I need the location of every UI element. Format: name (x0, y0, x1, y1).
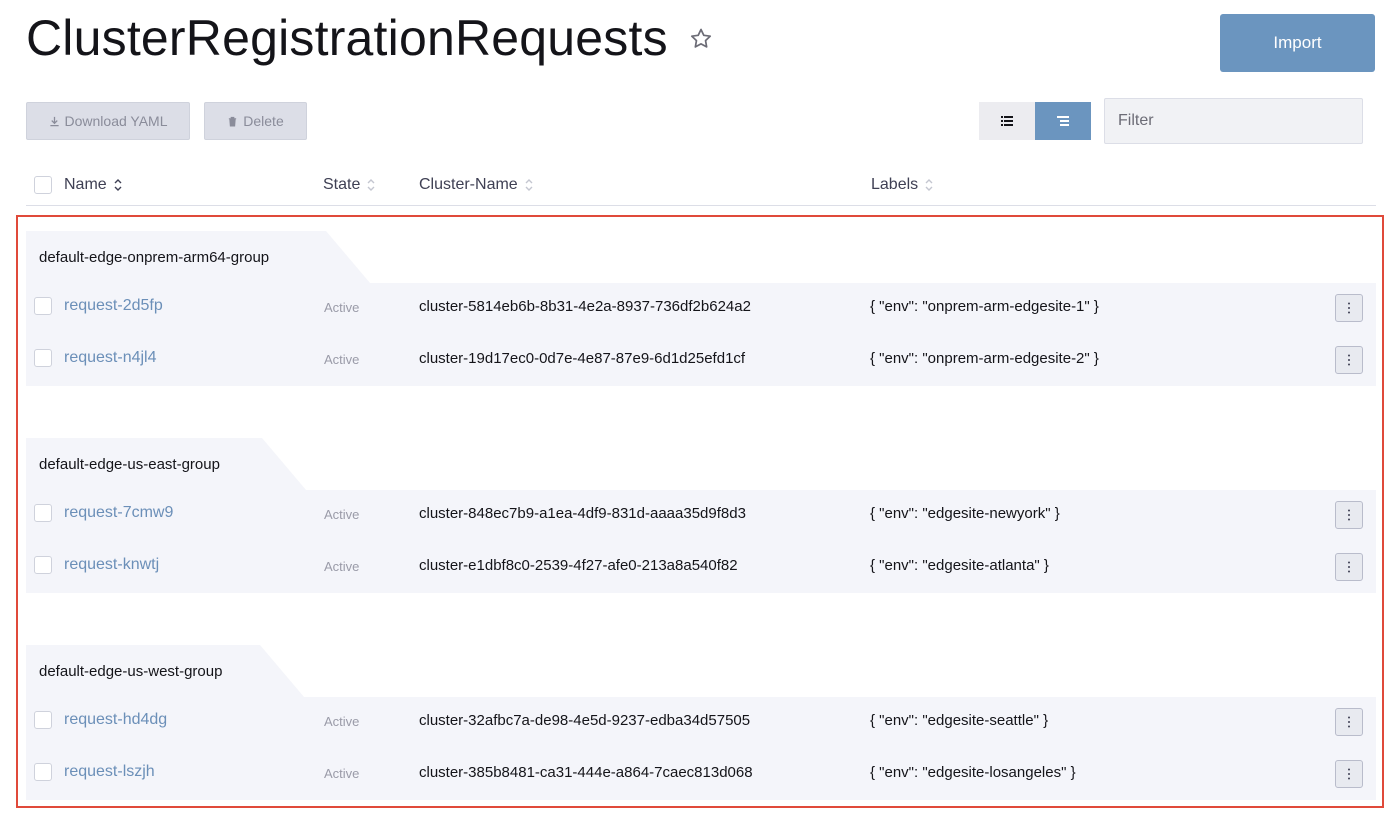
page-title: ClusterRegistrationRequests (26, 10, 668, 66)
download-icon (49, 116, 59, 126)
table-header: Name State Cluster-Name Labels (26, 166, 1376, 206)
row-checkbox[interactable] (34, 763, 52, 781)
row-checkbox[interactable] (34, 556, 52, 574)
row-actions-button[interactable] (1335, 760, 1363, 788)
row-actions-button[interactable] (1335, 294, 1363, 322)
row-actions-button[interactable] (1335, 553, 1363, 581)
row-actions-button[interactable] (1335, 346, 1363, 374)
import-button[interactable]: Import (1220, 14, 1375, 72)
labels-value: { "env": "edgesite-atlanta" } (870, 557, 1049, 574)
delete-button[interactable]: Delete (204, 102, 307, 140)
trash-icon (229, 116, 237, 127)
state-label: Active (324, 766, 360, 781)
table-row: request-hd4dg Active cluster-32afbc7a-de… (26, 697, 1376, 748)
row-checkbox[interactable] (34, 504, 52, 522)
kebab-menu-icon (1348, 716, 1350, 728)
download-yaml-label: Download YAML (64, 113, 168, 129)
list-icon (1001, 116, 1013, 126)
table-row: request-knwtj Active cluster-e1dbf8c0-25… (26, 542, 1376, 593)
sort-icon (925, 179, 933, 191)
row-checkbox[interactable] (34, 711, 52, 729)
state-label: Active (324, 507, 360, 522)
kebab-menu-icon (1348, 768, 1350, 780)
labels-value: { "env": "edgesite-seattle" } (870, 712, 1049, 729)
kebab-menu-icon (1348, 561, 1350, 573)
column-header-name[interactable]: Name (64, 176, 123, 194)
star-icon[interactable] (688, 26, 714, 52)
request-name-link[interactable]: request-7cmw9 (64, 504, 173, 522)
labels-value: { "env": "onprem-arm-edgesite-2" } (870, 350, 1099, 367)
group-rows: request-hd4dg Active cluster-32afbc7a-de… (26, 697, 1376, 800)
cluster-name: cluster-5814eb6b-8b31-4e2a-8937-736df2b6… (419, 298, 751, 315)
column-header-label: Labels (871, 176, 919, 193)
table-row: request-2d5fp Active cluster-5814eb6b-8b… (26, 283, 1376, 334)
grouped-list-icon (1057, 116, 1069, 126)
request-name-link[interactable]: request-knwtj (64, 556, 159, 574)
delete-label: Delete (243, 113, 284, 129)
row-actions-button[interactable] (1335, 501, 1363, 529)
group-rows: request-7cmw9 Active cluster-848ec7b9-a1… (26, 490, 1376, 593)
state-label: Active (324, 300, 360, 315)
cluster-name: cluster-e1dbf8c0-2539-4f27-afe0-213a8a54… (419, 557, 738, 574)
group-tab: default-edge-onprem-arm64-group (26, 231, 370, 283)
column-header-labels[interactable]: Labels (871, 176, 934, 194)
table-row: request-lszjh Active cluster-385b8481-ca… (26, 749, 1376, 800)
sort-icon (367, 179, 375, 191)
kebab-menu-icon (1348, 302, 1350, 314)
request-name-link[interactable]: request-hd4dg (64, 711, 167, 729)
group-tab: default-edge-us-east-group (26, 438, 306, 490)
request-name-link[interactable]: request-n4jl4 (64, 349, 157, 367)
kebab-menu-icon (1348, 509, 1350, 521)
sort-icon (114, 179, 122, 191)
column-header-label: State (323, 176, 361, 193)
cluster-name: cluster-385b8481-ca31-444e-a864-7caec813… (419, 764, 753, 781)
download-yaml-button[interactable]: Download YAML (26, 102, 190, 140)
cluster-name: cluster-19d17ec0-0d7e-4e87-87e9-6d1d25ef… (419, 350, 746, 367)
table-row: request-7cmw9 Active cluster-848ec7b9-a1… (26, 490, 1376, 541)
column-header-cluster-name[interactable]: Cluster-Name (419, 176, 534, 194)
group-tab: default-edge-us-west-group (26, 645, 304, 697)
grouped-view-button[interactable] (1035, 102, 1091, 140)
kebab-menu-icon (1348, 354, 1350, 366)
row-checkbox[interactable] (34, 349, 52, 367)
row-checkbox[interactable] (34, 297, 52, 315)
row-actions-button[interactable] (1335, 708, 1363, 736)
column-header-state[interactable]: State (323, 176, 376, 194)
sort-icon (525, 179, 533, 191)
request-name-link[interactable]: request-lszjh (64, 763, 155, 781)
labels-value: { "env": "onprem-arm-edgesite-1" } (870, 298, 1099, 315)
filter-input[interactable] (1104, 98, 1363, 144)
labels-value: { "env": "edgesite-losangeles" } (870, 764, 1076, 781)
flat-list-view-button[interactable] (979, 102, 1035, 140)
cluster-name: cluster-848ec7b9-a1ea-4df9-831d-aaaa35d9… (419, 505, 746, 522)
group-rows: request-2d5fp Active cluster-5814eb6b-8b… (26, 283, 1376, 386)
state-label: Active (324, 352, 360, 367)
cluster-name: cluster-32afbc7a-de98-4e5d-9237-edba34d5… (419, 712, 751, 729)
labels-value: { "env": "edgesite-newyork" } (870, 505, 1060, 522)
table-row: request-n4jl4 Active cluster-19d17ec0-0d… (26, 335, 1376, 386)
request-name-link[interactable]: request-2d5fp (64, 297, 163, 315)
state-label: Active (324, 714, 360, 729)
column-header-label: Cluster-Name (419, 176, 518, 193)
view-toggle (979, 102, 1091, 140)
state-label: Active (324, 559, 360, 574)
column-header-label: Name (64, 176, 107, 193)
select-all-checkbox[interactable] (34, 176, 52, 194)
